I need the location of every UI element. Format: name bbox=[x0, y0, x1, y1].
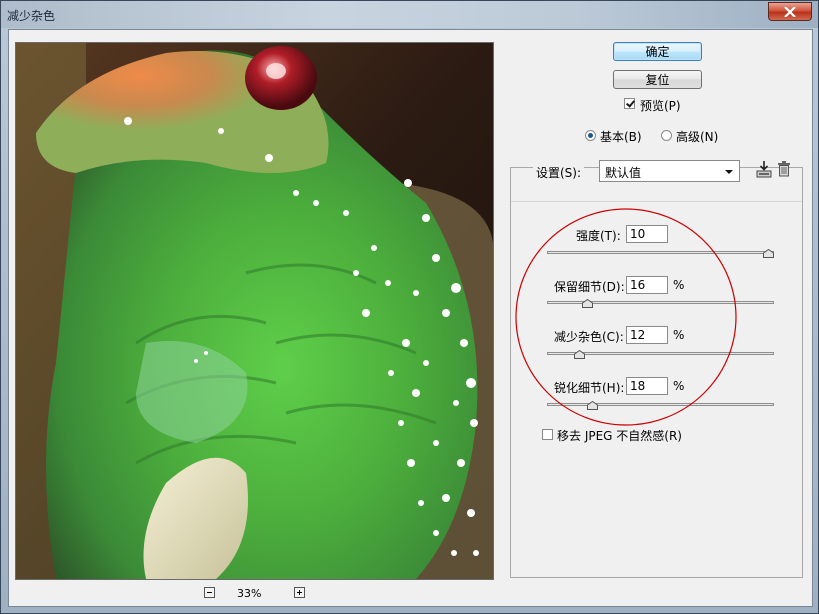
radio-basic[interactable] bbox=[585, 130, 596, 141]
preview-image[interactable] bbox=[15, 42, 494, 580]
noise-reduction-dialog: 减少杂色 33% 确定 复位 预览(P) 基本(B) 高级(N) 设置(S): … bbox=[0, 0, 819, 614]
chevron-down-icon bbox=[725, 170, 733, 174]
trash-icon[interactable] bbox=[777, 161, 791, 177]
radio-advanced[interactable] bbox=[661, 130, 672, 141]
radio-basic-label: 基本(B) bbox=[600, 130, 642, 144]
close-icon bbox=[784, 7, 796, 17]
close-button[interactable] bbox=[768, 2, 812, 21]
preview-checkbox-label: 预览(P) bbox=[640, 99, 681, 113]
ok-button[interactable]: 确定 bbox=[613, 42, 702, 61]
preview-checkbox[interactable] bbox=[624, 98, 635, 109]
zoom-bar: 33% bbox=[15, 583, 494, 603]
zoom-in-button[interactable] bbox=[294, 587, 305, 598]
settings-select[interactable]: 默认值 bbox=[599, 160, 740, 182]
title-bar[interactable]: 减少杂色 bbox=[1, 1, 818, 28]
zoom-out-button[interactable] bbox=[204, 587, 215, 598]
jpeg-artifact-checkbox[interactable] bbox=[542, 429, 553, 440]
annotation-circle bbox=[515, 208, 737, 426]
settings-select-value: 默认值 bbox=[605, 166, 642, 180]
settings-label: 设置(S): bbox=[533, 164, 585, 181]
jpeg-artifact-label: 移去 JPEG 不自然感(R) bbox=[557, 429, 682, 443]
jade-fish-photo bbox=[16, 43, 493, 579]
reset-button[interactable]: 复位 bbox=[613, 70, 702, 89]
window-title: 减少杂色 bbox=[7, 9, 56, 23]
dialog-client-area: 33% 确定 复位 预览(P) 基本(B) 高级(N) 设置(S): 默认值 强… bbox=[8, 29, 813, 607]
radio-advanced-label: 高级(N) bbox=[676, 130, 719, 144]
save-settings-icon[interactable] bbox=[755, 160, 773, 178]
group-divider bbox=[511, 201, 802, 202]
zoom-level-readout: 33% bbox=[237, 587, 262, 600]
